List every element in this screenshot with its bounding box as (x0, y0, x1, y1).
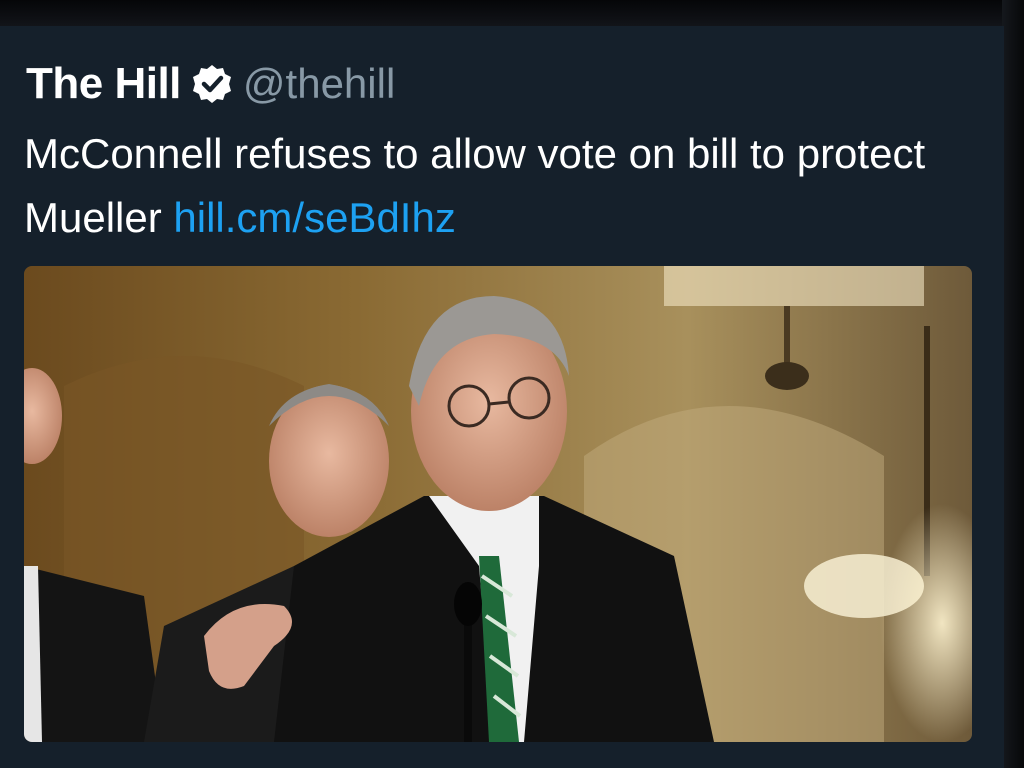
window-right-edge (1002, 0, 1024, 768)
tweet-header: The Hill @thehill (26, 56, 395, 112)
display-name[interactable]: The Hill (26, 59, 181, 109)
window-top-band (0, 0, 1024, 26)
verified-badge-icon (191, 63, 233, 105)
tweet-card[interactable]: The Hill @thehill McConnell refuses to a… (0, 26, 1004, 768)
tweet-text-content: McConnell refuses to allow vote on bill … (24, 130, 926, 241)
photo-image (24, 266, 972, 742)
tweet-text: McConnell refuses to allow vote on bill … (24, 122, 984, 250)
tweet-photo[interactable] (24, 266, 972, 742)
tweet-link[interactable]: hill.cm/seBdIhz (173, 194, 455, 241)
user-handle[interactable]: @thehill (243, 60, 395, 108)
